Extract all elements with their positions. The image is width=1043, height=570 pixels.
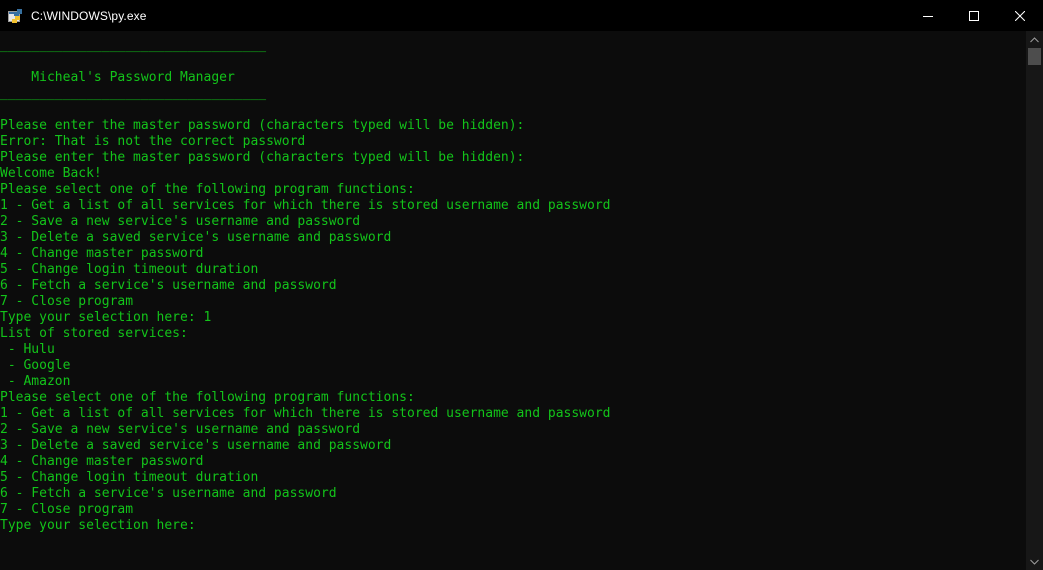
console-line: 5 - Change login timeout duration (0, 262, 259, 277)
console-line: 4 - Change master password (0, 454, 204, 469)
console-line: 5 - Change login timeout duration (0, 470, 259, 485)
scroll-down-button[interactable] (1026, 553, 1043, 570)
console-line: - Hulu (0, 342, 55, 357)
console-line: Welcome Back! (0, 166, 102, 181)
console-line: 4 - Change master password (0, 246, 204, 261)
scroll-thumb[interactable] (1028, 48, 1041, 65)
close-icon (1015, 10, 1025, 21)
console-line: __________________________________ (0, 38, 267, 53)
console-line: Micheal's Password Manager (0, 70, 235, 85)
window-controls (905, 0, 1043, 31)
console-window: C:\WINDOWS\py.exe ______________________… (0, 0, 1043, 570)
console-line: 6 - Fetch a service's username and passw… (0, 278, 337, 293)
console-line: 1 - Get a list of all services for which… (0, 406, 611, 421)
console-line: Error: That is not the correct password (0, 134, 306, 149)
console-line: 1 - Get a list of all services for which… (0, 198, 611, 213)
minimize-button[interactable] (905, 0, 951, 31)
maximize-icon (969, 10, 979, 21)
console-line: Please enter the master password (charac… (0, 118, 525, 133)
minimize-icon (923, 15, 933, 17)
close-button[interactable] (997, 0, 1043, 31)
console-line: Type your selection here: (0, 518, 196, 533)
console-line: Please select one of the following progr… (0, 390, 415, 405)
console-line: 3 - Delete a saved service's username an… (0, 438, 392, 453)
python-console-icon (8, 8, 24, 24)
console-line: 7 - Close program (0, 502, 134, 517)
scroll-down-arrow-icon (1030, 559, 1039, 565)
console-line: Type your selection here: 1 (0, 310, 212, 325)
window-title: C:\WINDOWS\py.exe (31, 8, 147, 23)
console-line: __________________________________ (0, 86, 267, 101)
console-lines: __________________________________ Miche… (0, 38, 610, 534)
console-line: 2 - Save a new service's username and pa… (0, 214, 361, 229)
console-line: - Amazon (0, 374, 71, 389)
scroll-up-button[interactable] (1026, 31, 1043, 48)
vertical-scrollbar[interactable] (1026, 31, 1043, 570)
console-line: 2 - Save a new service's username and pa… (0, 422, 361, 437)
console-line: 7 - Close program (0, 294, 134, 309)
console-line: 3 - Delete a saved service's username an… (0, 230, 392, 245)
title-bar[interactable]: C:\WINDOWS\py.exe (0, 0, 1043, 31)
console-line: List of stored services: (0, 326, 188, 341)
console-output[interactable]: __________________________________ Miche… (0, 31, 1026, 570)
console-line: Please select one of the following progr… (0, 182, 415, 197)
console-line: Please enter the master password (charac… (0, 150, 525, 165)
console-line: - Google (0, 358, 71, 373)
scroll-up-arrow-icon (1030, 36, 1039, 42)
maximize-button[interactable] (951, 0, 997, 31)
console-line: 6 - Fetch a service's username and passw… (0, 486, 337, 501)
